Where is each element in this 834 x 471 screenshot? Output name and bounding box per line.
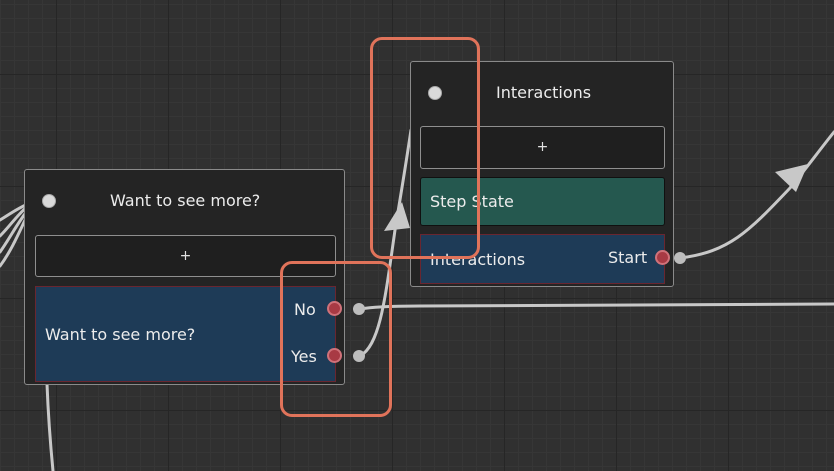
connection-down[interactable]	[45, 382, 55, 471]
interactions-node-header[interactable]: Interactions	[411, 62, 673, 120]
step-state-block[interactable]: Step State	[420, 177, 665, 226]
option-no-label: No	[294, 300, 316, 319]
connection-yes-anchor[interactable]	[353, 350, 365, 362]
interactions-block[interactable]: Interactions Start	[420, 234, 665, 284]
interactions-node[interactable]: Interactions + Step State Interactions S…	[410, 61, 674, 287]
add-button[interactable]: +	[420, 126, 665, 169]
add-button[interactable]: +	[35, 235, 336, 277]
start-output-port[interactable]	[655, 250, 670, 265]
connection-start-anchor[interactable]	[674, 252, 686, 264]
step-state-label: Step State	[430, 192, 514, 211]
connection-start[interactable]	[678, 130, 834, 260]
connection-no-anchor[interactable]	[353, 303, 365, 315]
choice-prompt-block[interactable]: Want to see more? No Yes	[35, 286, 336, 382]
choice-node-title: Want to see more?	[110, 191, 261, 210]
option-yes-label: Yes	[291, 347, 317, 366]
option-yes-output-port[interactable]	[327, 348, 342, 363]
connection-yes[interactable]	[358, 128, 413, 358]
choice-node-header[interactable]: Want to see more?	[25, 170, 344, 228]
interactions-node-title: Interactions	[496, 83, 592, 102]
option-no-output-port[interactable]	[327, 301, 342, 316]
start-port-label: Start	[608, 248, 648, 267]
interactions-block-label: Interactions	[430, 250, 526, 269]
node-status-dot[interactable]	[428, 86, 442, 100]
arrow-head-yes	[384, 202, 410, 231]
choice-prompt-text: Want to see more?	[45, 325, 196, 344]
node-status-dot[interactable]	[42, 194, 56, 208]
connection-no[interactable]	[358, 302, 834, 311]
choice-node[interactable]: Want to see more? + Want to see more? No…	[24, 169, 345, 385]
